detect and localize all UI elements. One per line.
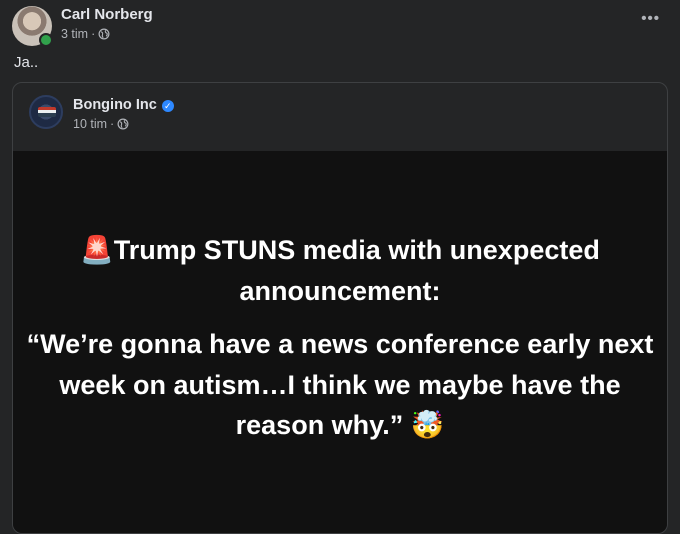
globe-icon[interactable]	[98, 28, 110, 40]
headline-text: Trump STUNS media with unexpected announ…	[113, 235, 600, 306]
shared-author-block: Bongino Inc ✓ 10 tim ·	[73, 95, 174, 131]
mind-blown-emoji: 🤯	[410, 410, 445, 441]
shared-post-image[interactable]: 🚨Trump STUNS media with unexpected annou…	[13, 151, 667, 533]
shared-author-row: Bongino Inc ✓	[73, 97, 174, 114]
meta-separator: ·	[91, 27, 96, 41]
globe-icon[interactable]	[117, 118, 129, 130]
shared-post-timestamp[interactable]: 10 tim	[73, 117, 107, 131]
post-meta: 3 tim ·	[61, 27, 153, 41]
post-text: Ja..	[14, 54, 39, 71]
online-status-dot	[39, 33, 53, 47]
verified-badge-icon: ✓	[161, 99, 174, 112]
image-headline: 🚨Trump STUNS media with unexpected annou…	[13, 230, 667, 311]
siren-emoji: 🚨	[80, 235, 114, 266]
meta-separator: ·	[110, 117, 115, 131]
shared-post-meta: 10 tim ·	[73, 117, 174, 131]
more-options-icon[interactable]: •••	[641, 11, 660, 27]
post-timestamp[interactable]: 3 tim	[61, 27, 88, 41]
author-block: Carl Norberg 3 tim ·	[61, 6, 153, 41]
shared-author-name[interactable]: Bongino Inc	[73, 97, 157, 114]
shared-post-card[interactable]: Bongino Inc ✓ 10 tim · 🚨Trump STUNS medi…	[12, 82, 668, 534]
author-avatar[interactable]	[12, 6, 53, 47]
author-name[interactable]: Carl Norberg	[61, 6, 153, 23]
shared-post-header: Bongino Inc ✓ 10 tim ·	[29, 95, 174, 131]
post-header: Carl Norberg 3 tim ·	[12, 6, 153, 47]
image-quote: “We’re gonna have a news conference earl…	[13, 324, 667, 447]
shared-author-avatar[interactable]	[29, 95, 63, 129]
quote-text: “We’re gonna have a news conference earl…	[26, 329, 654, 440]
